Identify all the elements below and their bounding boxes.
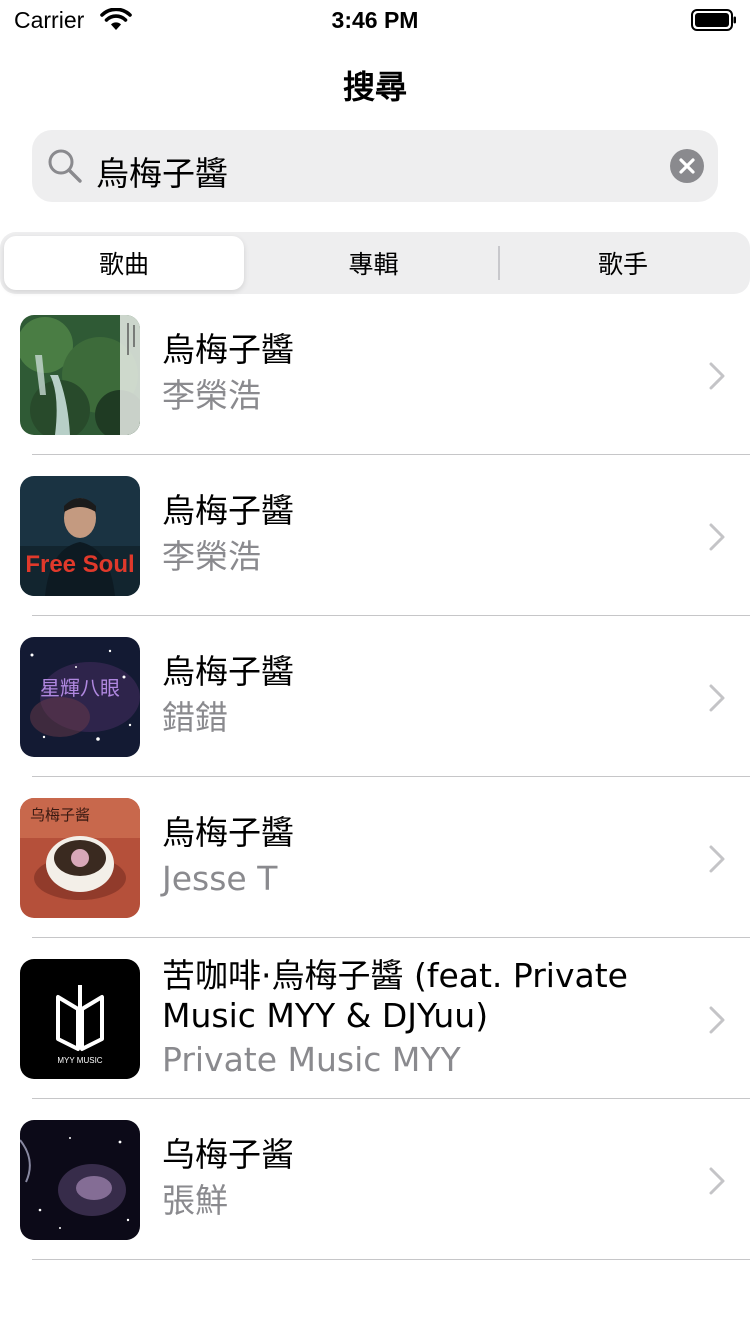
row-separator bbox=[32, 1259, 750, 1260]
tab-artists[interactable]: 歌手 bbox=[500, 236, 746, 290]
chevron-right-icon bbox=[709, 845, 725, 873]
artist-name: 李榮浩 bbox=[162, 537, 261, 576]
status-bar: Carrier 3:46 PM bbox=[0, 0, 750, 40]
artwork-caption: 星輝八眼 bbox=[40, 676, 120, 700]
chevron-right-icon bbox=[709, 523, 725, 551]
artist-name: 錯錯 bbox=[162, 698, 228, 737]
result-row[interactable]: 乌梅子酱 張鮮 bbox=[0, 1099, 750, 1260]
result-row[interactable]: 乌梅子酱 烏梅子醬 Jesse T bbox=[0, 777, 750, 938]
album-artwork bbox=[20, 315, 140, 435]
tab-songs[interactable]: 歌曲 bbox=[4, 236, 244, 290]
song-title: 烏梅子醬 bbox=[162, 813, 294, 852]
album-artwork: Free Soul bbox=[20, 476, 140, 596]
chevron-right-icon bbox=[709, 362, 725, 390]
result-row[interactable]: 星輝八眼 烏梅子醬 錯錯 bbox=[0, 616, 750, 777]
artwork-caption: Free Soul bbox=[25, 551, 134, 578]
search-input[interactable]: 烏梅子醬 bbox=[96, 147, 228, 195]
album-artwork: 星輝八眼 bbox=[20, 637, 140, 757]
song-title: 烏梅子醬 bbox=[162, 491, 294, 530]
album-artwork bbox=[20, 1120, 140, 1240]
result-row[interactable]: MYY MUSIC 苦咖啡·烏梅子醬 (feat. Private Music … bbox=[0, 938, 750, 1099]
artist-name: 李榮浩 bbox=[162, 376, 261, 415]
album-artwork: MYY MUSIC bbox=[20, 959, 140, 1079]
search-bar[interactable]: 烏梅子醬 bbox=[32, 130, 718, 202]
artwork-caption: MYY MUSIC bbox=[57, 1056, 102, 1065]
artist-name: Jesse T bbox=[162, 859, 278, 898]
artwork-caption: 乌梅子酱 bbox=[30, 806, 90, 824]
song-title: 苦咖啡·烏梅子醬 (feat. Private bbox=[162, 956, 628, 995]
chevron-right-icon bbox=[709, 1167, 725, 1195]
battery-icon bbox=[691, 9, 736, 31]
clear-search-icon[interactable] bbox=[670, 149, 704, 183]
search-scope-control: 歌曲 專輯 歌手 bbox=[0, 232, 750, 294]
song-title: 烏梅子醬 bbox=[162, 330, 294, 369]
search-icon bbox=[48, 149, 82, 183]
song-title-continued: Music MYY & DJYuu) bbox=[162, 996, 489, 1035]
album-artwork: 乌梅子酱 bbox=[20, 798, 140, 918]
song-title: 烏梅子醬 bbox=[162, 652, 294, 691]
artist-name: Private Music MYY bbox=[162, 1040, 461, 1079]
result-row[interactable]: 烏梅子醬 李榮浩 bbox=[0, 294, 750, 455]
artist-name: 張鮮 bbox=[162, 1181, 228, 1220]
page-title: 搜尋 bbox=[342, 68, 407, 106]
result-row[interactable]: Free Soul 烏梅子醬 李榮浩 bbox=[0, 455, 750, 616]
chevron-right-icon bbox=[709, 1006, 725, 1034]
clock: 3:46 PM bbox=[331, 7, 419, 33]
song-title: 乌梅子酱 bbox=[162, 1135, 294, 1174]
chevron-right-icon bbox=[709, 684, 725, 712]
tab-albums[interactable]: 專輯 bbox=[249, 236, 498, 290]
